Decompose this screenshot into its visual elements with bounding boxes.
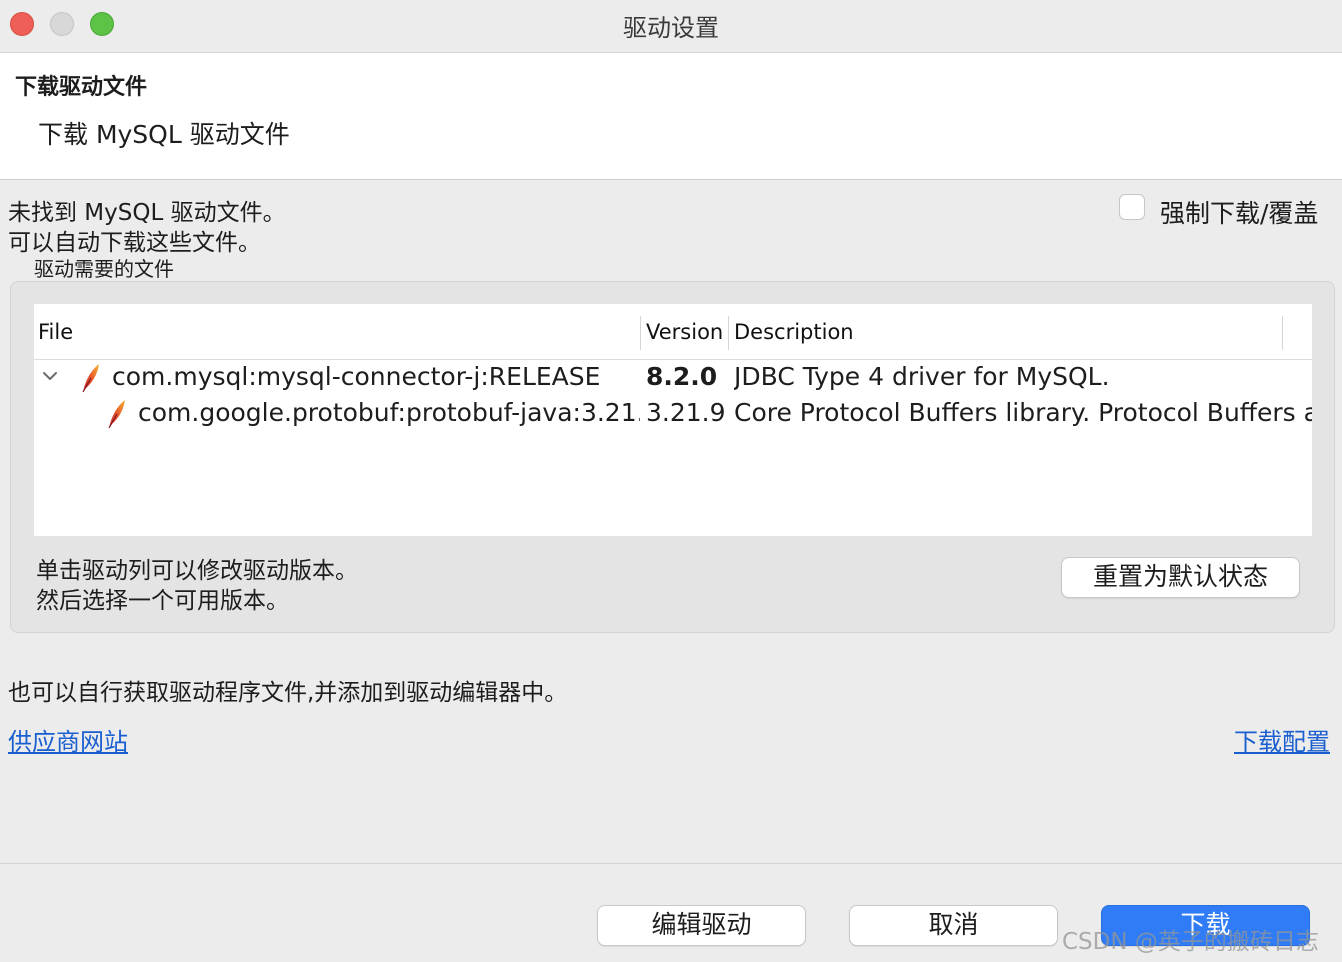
column-header-file[interactable]: File [38,304,73,359]
version-cell[interactable]: 3.21.9 [646,398,728,427]
reset-default-button[interactable]: 重置为默认状态 [1061,557,1300,598]
force-download-label[interactable]: 强制下载/覆盖 [1160,194,1318,230]
force-download-checkbox[interactable] [1119,194,1145,220]
title-bar: 驱动设置 [0,0,1342,53]
file-name-cell: com.mysql:mysql-connector-j:RELEASE [112,362,601,391]
watermark: CSDN @英子的搬砖日志 [1062,929,1319,955]
description-cell: Core Protocol Buffers library. Protocol … [734,398,1312,427]
chevron-down-icon[interactable] [41,367,59,385]
version-hint-secondary: 然后选择一个可用版本。 [36,588,289,614]
driver-files-table: File Version Description com.mysql:mysql… [34,304,1312,536]
header-divider [34,359,1312,360]
description-cell: JDBC Type 4 driver for MySQL. [734,362,1110,391]
column-divider [1282,316,1283,350]
cancel-button[interactable]: 取消 [849,905,1058,946]
column-divider[interactable] [728,316,729,350]
header-title: 下载驱动文件 [15,75,148,100]
column-header-description[interactable]: Description [734,304,854,359]
header-subtitle: 下载 MySQL 驱动文件 [38,120,290,149]
manual-download-text: 也可以自行获取驱动程序文件,并添加到驱动编辑器中。 [8,680,568,706]
wizard-header: 下载驱动文件 下载 MySQL 驱动文件 [0,53,1342,180]
version-cell[interactable]: 8.2.0 [646,362,728,391]
footer-divider [0,863,1342,864]
required-files-group-label: 驱动需要的文件 [34,257,174,281]
feather-icon [82,364,99,393]
column-divider[interactable] [640,316,641,350]
edit-driver-button[interactable]: 编辑驱动 [597,905,806,946]
missing-driver-message: 未找到 MySQL 驱动文件。 [8,200,286,226]
vendor-website-link[interactable]: 供应商网站 [8,722,128,757]
column-header-version[interactable]: Version [646,304,723,359]
auto-download-message: 可以自动下载这些文件。 [8,230,261,256]
file-name-cell: com.google.protobuf:protobuf-java:3.21.9 [138,398,640,427]
feather-icon [108,400,125,429]
download-config-link[interactable]: 下载配置 [1234,722,1330,757]
version-hint: 单击驱动列可以修改驱动版本。 [36,558,358,584]
window-title: 驱动设置 [623,14,719,42]
